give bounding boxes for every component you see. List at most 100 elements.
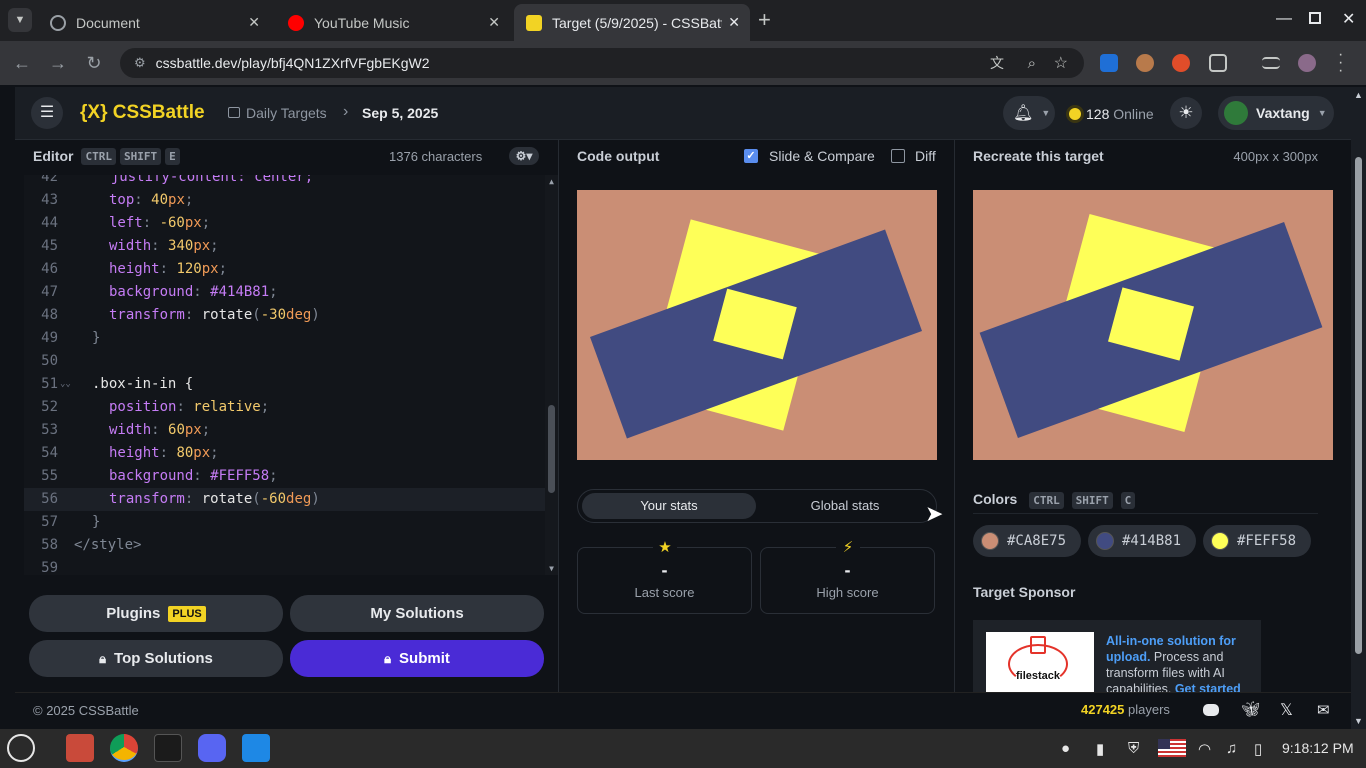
sponsor-cta-link[interactable]: Get started [1175,682,1241,692]
code-line[interactable]: 53 width: 60px; [24,419,544,442]
maximize-button[interactable] [1309,12,1321,24]
media-controls-icon[interactable] [1262,57,1280,69]
theme-toggle-button[interactable]: ☀ [1170,97,1202,129]
top-solutions-button[interactable]: 🔒︎ Top Solutions [29,640,283,677]
code-line[interactable]: 50 [24,350,544,373]
close-icon[interactable]: ✕ [728,14,740,31]
site-settings-icon[interactable]: ⚙ [134,55,146,71]
diff-checkbox[interactable] [891,149,905,163]
zoom-icon[interactable]: ⌕ [1028,55,1036,72]
fold-chevron-icon[interactable]: ⌄⌄ [60,373,71,396]
profile-avatar-icon[interactable] [1298,54,1316,72]
back-icon[interactable]: ← [12,53,32,73]
tab-your-stats[interactable]: Your stats [582,493,756,519]
discord-tray-icon[interactable]: ● [1061,740,1070,757]
code-line[interactable]: 55 background: #FEFF58; [24,465,544,488]
file-manager-icon[interactable] [66,734,94,762]
scroll-down-arrow-icon[interactable]: ▼ [1351,716,1366,726]
panel-divider[interactable] [954,140,955,692]
wifi-icon[interactable]: ◠ [1198,740,1211,758]
code-line[interactable]: 48 transform: rotate(-30deg) [24,304,544,327]
browser-tab-youtube-music[interactable]: YouTube Music ✕ [276,4,510,41]
submit-button[interactable]: 🔒︎ Submit [290,640,544,677]
scroll-thumb[interactable] [548,405,555,493]
email-icon[interactable]: ✉ [1317,701,1330,719]
x-twitter-icon[interactable]: 𝕏 [1280,700,1293,720]
extension-eyes-icon[interactable] [1136,54,1154,72]
start-menu-icon[interactable] [7,734,35,762]
code-line[interactable]: 51 ⌄⌄ .box-in-in { [24,373,544,396]
battery-icon[interactable]: ▯ [1254,740,1262,758]
my-solutions-button[interactable]: My Solutions [290,595,544,632]
shield-tray-icon[interactable]: ⛨ [1128,740,1139,757]
color-swatch[interactable]: #FEFF58 [1203,525,1311,557]
code-line[interactable]: 46 height: 120px; [24,258,544,281]
scroll-up-arrow-icon[interactable]: ▲ [545,177,558,186]
code-line[interactable]: 56 transform: rotate(-60deg) [24,488,545,511]
os-taskbar: ● ▮ ⛨ ◠ ♫ ▯ 9:18:12 PM [0,729,1366,768]
online-indicator-icon [1069,108,1081,120]
clock[interactable]: 9:18:12 PM [1282,740,1354,756]
code-output-canvas[interactable] [577,190,937,460]
chrome-icon[interactable] [110,734,138,762]
diff-label[interactable]: Diff [915,148,936,164]
scroll-up-arrow-icon[interactable]: ▲ [1351,90,1366,100]
code-line[interactable]: 47 background: #414B81; [24,281,544,304]
editor-scrollbar[interactable]: ▲ ▼ [545,175,558,575]
new-tab-button[interactable]: + [758,8,771,32]
color-swatch[interactable]: #CA8E75 [973,525,1081,557]
code-editor[interactable]: 42 justify-content: center; 43 top: 40px; 4… [24,175,558,575]
sponsor-card[interactable]: filestack All-in-one solution for upload… [973,620,1261,692]
code-line[interactable]: 42 justify-content: center; [24,175,544,189]
browser-tab-document[interactable]: Document ✕ [38,4,270,41]
code-line[interactable]: 52 position: relative; [24,396,544,419]
extension-color-icon[interactable] [1172,54,1190,72]
video-tray-icon[interactable]: ▮ [1096,740,1104,758]
code-line[interactable]: 43 top: 40px; [24,189,544,212]
scroll-thumb[interactable] [1355,157,1362,654]
music-icon[interactable]: ♫ [1226,740,1237,757]
discord-icon[interactable] [1203,704,1219,716]
vscode-icon[interactable] [242,734,270,762]
tab-global-stats[interactable]: Global stats [758,493,932,519]
bookmark-star-icon[interactable]: ☆ [1054,53,1068,73]
close-icon[interactable]: ✕ [488,14,500,31]
code-line[interactable]: 45 width: 340px; [24,235,544,258]
reload-icon[interactable]: ↻ [84,53,104,73]
browser-menu-icon[interactable]: · · · [1338,47,1343,79]
user-menu-button[interactable]: Vaxtang ▼ [1218,96,1334,130]
bluesky-icon[interactable]: 🦋︎ [1241,700,1260,718]
code-line[interactable]: 58 </style> [24,534,544,557]
code-line[interactable]: 54 height: 80px; [24,442,544,465]
slide-compare-checkbox[interactable]: ✓ [744,149,758,163]
forward-icon[interactable]: → [48,53,68,73]
code-line[interactable]: 44 left: -60px; [24,212,544,235]
code-line[interactable]: 59 [24,557,544,575]
color-swatch[interactable]: #414B81 [1088,525,1196,557]
code-line[interactable]: 49} [24,327,544,350]
breadcrumb-daily-targets[interactable]: Daily Targets [246,105,327,121]
hamburger-menu-button[interactable]: ☰ [31,97,63,129]
browser-tab-cssbattle[interactable]: Target (5/9/2025) - CSSBattl ✕ [514,4,750,41]
close-icon[interactable]: ✕ [248,14,260,31]
notifications-button[interactable]: 🔔︎ ▼ [1003,96,1055,130]
code-line[interactable]: 57} [24,511,544,534]
scroll-down-arrow-icon[interactable]: ▼ [545,564,558,573]
plugins-button[interactable]: Plugins PLUS [29,595,283,632]
editor-settings-button[interactable]: ⚙▾ [509,147,539,165]
brand-logo[interactable]: {X} CSSBattle [80,102,205,124]
tab-list-dropdown[interactable]: ▼ [8,8,32,32]
slide-compare-label[interactable]: Slide & Compare [769,148,875,164]
browser-toolbar: ← → ↻ ⚙ cssbattle.dev/play/bfj4QN1ZXrfVF… [0,41,1366,85]
extension-s-icon[interactable] [1100,54,1118,72]
extensions-puzzle-icon[interactable] [1209,54,1227,72]
window-close-button[interactable]: ✕ [1342,9,1355,29]
panel-divider[interactable] [558,140,559,692]
translate-icon[interactable]: 文 [990,53,1004,73]
address-bar[interactable]: ⚙ cssbattle.dev/play/bfj4QN1ZXrfVFgbEKgW… [120,48,1084,78]
page-scrollbar[interactable]: ▲ ▼ [1351,87,1366,729]
us-flag-icon[interactable] [1158,739,1186,757]
terminal-icon[interactable] [154,734,182,762]
minimize-button[interactable]: — [1276,10,1292,28]
discord-app-icon[interactable] [198,734,226,762]
